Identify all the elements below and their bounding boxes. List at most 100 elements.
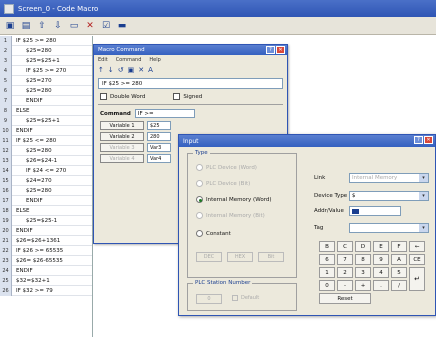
keypad-key[interactable]: ← (409, 241, 425, 252)
code-line[interactable]: 25 $32=$32+1 (0, 275, 92, 286)
copy-icon[interactable]: ▣ (128, 66, 135, 74)
keypad-key[interactable]: 3 (355, 267, 371, 278)
text-icon[interactable]: A (148, 66, 153, 74)
hex-button[interactable]: HEX (227, 252, 253, 262)
macro-dialog-titlebar: Macro Command ? ✕ (94, 45, 287, 55)
keypad-key[interactable]: D (355, 241, 371, 252)
window-icon[interactable]: ▭ (67, 19, 81, 33)
code-line[interactable]: 8 ELSE (0, 105, 92, 116)
keypad-key[interactable]: C (337, 241, 353, 252)
keypad-key[interactable]: E (373, 241, 389, 252)
code-line[interactable]: 24 ENDIF (0, 265, 92, 276)
up-arrow-icon[interactable]: ⇧ (35, 19, 49, 33)
code-line[interactable]: 18 ELSE (0, 205, 92, 216)
code-line[interactable]: 17 ENDIF (0, 195, 92, 206)
code-line[interactable]: 12 $25=280 (0, 145, 92, 156)
tag-select[interactable]: ▾ (349, 223, 429, 233)
reset-button[interactable]: Reset (319, 293, 371, 304)
code-line[interactable]: 16 $25=280 (0, 185, 92, 196)
keypad-key[interactable]: 1 (319, 267, 335, 278)
code-line[interactable]: 6 $25=280 (0, 85, 92, 96)
keypad-key[interactable]: 6 (319, 254, 335, 265)
keypad-key[interactable]: A (391, 254, 407, 265)
variable-1-button[interactable]: Variable 1 (100, 121, 144, 130)
keypad-key[interactable]: - (337, 280, 353, 291)
line-number: 16 (0, 185, 12, 196)
line-number: 19 (0, 215, 12, 226)
down-arrow-icon[interactable]: ⇩ (51, 19, 65, 33)
variable-2-button[interactable]: Variable 2 (100, 132, 144, 141)
variable-3-button[interactable]: Variable 3 (100, 143, 144, 152)
keypad-key[interactable]: + (355, 280, 371, 291)
default-checkbox[interactable]: Default (232, 295, 259, 301)
code-line[interactable]: 23 $26= $26-65535 (0, 255, 92, 266)
radio-internal-memory-bit[interactable]: Internal Memory (Bit) (196, 212, 265, 219)
keypad-key[interactable]: 5 (391, 267, 407, 278)
monitor-icon[interactable]: ▬ (115, 19, 129, 33)
code-line[interactable]: 11 IF $25 <= 280 (0, 135, 92, 146)
move-up-icon[interactable]: ↑ (98, 66, 104, 74)
variable-4-button[interactable]: Variable 4 (100, 154, 144, 163)
check-window-icon[interactable]: ☑ (99, 19, 113, 33)
code-line[interactable]: 26 IF $32 >= 79 (0, 285, 92, 296)
menu-command[interactable]: Command (116, 57, 142, 63)
radio-internal-memory-word[interactable]: Internal Memory (Word) (196, 196, 272, 203)
help-icon[interactable]: ? (266, 46, 275, 54)
bit-button[interactable]: Bit (258, 252, 284, 262)
floppy-icon[interactable]: ▤ (19, 19, 33, 33)
code-line[interactable]: 7 ENDIF (0, 95, 92, 106)
code-line[interactable]: 3 $25=$25+1 (0, 55, 92, 66)
code-line[interactable]: 21 $26=$26+1361 (0, 235, 92, 246)
help-icon[interactable]: ? (414, 136, 423, 144)
undo-icon[interactable]: ↺ (118, 66, 124, 74)
expression-field[interactable]: IF $25 >= 280 (98, 78, 283, 89)
keypad-key[interactable]: . (373, 280, 389, 291)
keypad-key[interactable]: 9 (373, 254, 389, 265)
move-down-icon[interactable]: ↓ (108, 66, 114, 74)
line-number: 18 (0, 205, 12, 216)
command-select[interactable]: IF >= (134, 109, 195, 118)
keypad-key[interactable]: 8 (355, 254, 371, 265)
code-line[interactable]: 15 $24=270 (0, 175, 92, 186)
checkbox-box (173, 93, 181, 100)
line-number: 24 (0, 265, 12, 276)
keypad-key[interactable]: 2 (337, 267, 353, 278)
keypad-key[interactable]: F (391, 241, 407, 252)
keypad-key[interactable]: 7 (337, 254, 353, 265)
code-line[interactable]: 10 ENDIF (0, 125, 92, 136)
code-line[interactable]: 1 IF $25 >= 280 (0, 35, 92, 46)
code-line[interactable]: 14 IF $24 <= 270 (0, 165, 92, 176)
keypad-key[interactable]: / (391, 280, 407, 291)
link-select[interactable]: Internal Memory ▾ (349, 173, 429, 183)
code-line[interactable]: 22 IF $26 >= 65535 (0, 245, 92, 256)
radio-plc-device-word[interactable]: PLC Device (Word) (196, 164, 257, 171)
keypad-key[interactable]: ↵ (409, 267, 425, 291)
signed-checkbox[interactable]: Signed (173, 93, 202, 100)
menu-edit[interactable]: Edit (98, 57, 108, 63)
close-icon[interactable]: ✕ (424, 136, 433, 144)
code-line[interactable]: 2 $25=280 (0, 45, 92, 56)
plc-station-spinner[interactable]: 0 (196, 294, 222, 304)
code-line[interactable]: 13 $26=$24-1 (0, 155, 92, 166)
save-icon[interactable]: ▣ (3, 19, 17, 33)
radio-plc-device-bit[interactable]: PLC Device (Bit) (196, 180, 250, 187)
code-line[interactable]: 9 $25=$25+1 (0, 115, 92, 126)
code-line[interactable]: 4 IF $25 >= 270 (0, 65, 92, 76)
double-word-checkbox[interactable]: Double Word (100, 93, 145, 100)
code-listing[interactable]: 1 IF $25 >= 280 2 $25=280 3 $25=$25+1 4 IF $25 … (0, 35, 93, 337)
code-line[interactable]: 20 ENDIF (0, 225, 92, 236)
keypad-key[interactable]: 4 (373, 267, 389, 278)
radio-constant[interactable]: Constant (196, 230, 231, 237)
delete-icon[interactable]: ✕ (138, 66, 144, 74)
code-line[interactable]: 5 $25=270 (0, 75, 92, 86)
close-icon[interactable]: ✕ (276, 46, 285, 54)
dec-button[interactable]: DEC (196, 252, 222, 262)
menu-help[interactable]: Help (149, 57, 160, 63)
code-line[interactable]: 19 $25=$25-1 (0, 215, 92, 226)
keypad-key[interactable]: CE (409, 254, 425, 265)
device-type-select[interactable]: $ ▾ (349, 191, 429, 201)
keypad-key[interactable]: 0 (319, 280, 335, 291)
delete-icon[interactable]: ✕ (83, 19, 97, 33)
addr-value-field[interactable] (349, 206, 401, 216)
keypad-key[interactable]: B (319, 241, 335, 252)
